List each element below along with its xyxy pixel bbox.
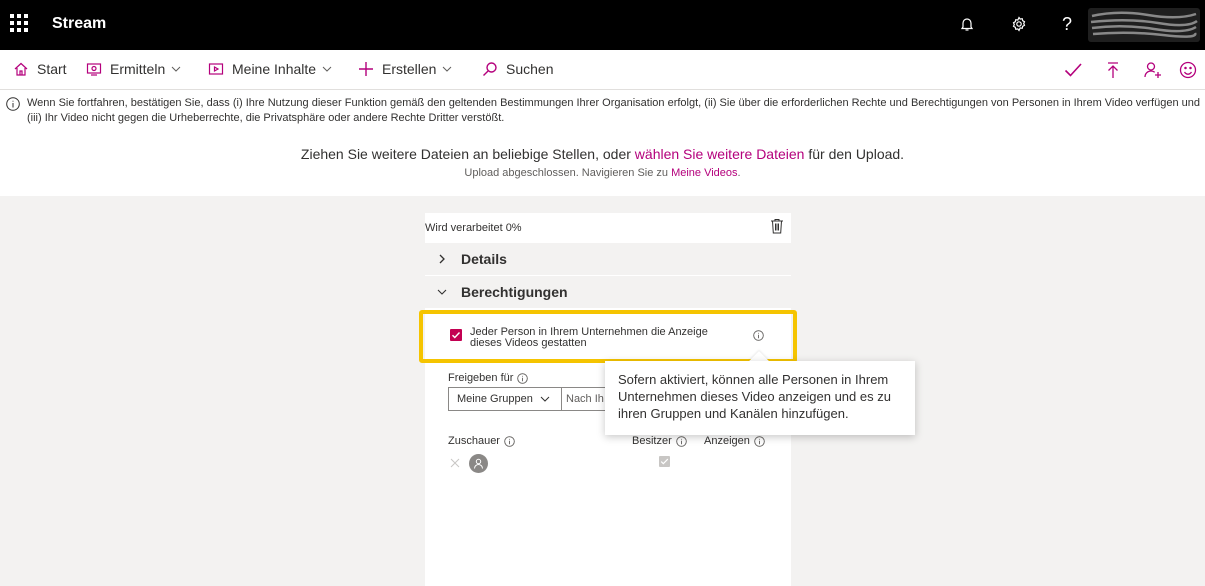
owner-label: Besitzer (632, 435, 687, 447)
nav-meine-inhalte[interactable]: Meine Inhalte (208, 61, 332, 77)
owner-text: Besitzer (632, 435, 672, 447)
section-details[interactable]: Details (425, 243, 791, 275)
tooltip-text: Sofern aktiviert, können alle Personen i… (618, 372, 891, 421)
drop-files-line: Ziehen Sie weitere Dateien an beliebige … (0, 146, 1205, 162)
app-launcher-icon[interactable] (10, 14, 28, 32)
close-icon[interactable] (450, 458, 460, 468)
my-videos-link[interactable]: Meine Videos (671, 167, 737, 179)
select-more-files-link[interactable]: wählen Sie weitere Dateien (635, 146, 805, 162)
viewers-label: Zuschauer (448, 435, 515, 447)
chevron-down-icon (540, 396, 550, 402)
chevron-down-icon (322, 66, 332, 72)
gear-icon[interactable] (1008, 12, 1030, 36)
allow-company-checkbox[interactable] (450, 329, 462, 341)
nav-ermitteln-label: Ermitteln (110, 61, 166, 77)
info-icon[interactable] (753, 330, 764, 341)
info-icon (6, 97, 20, 111)
my-content-icon (208, 63, 224, 75)
search-icon (483, 62, 497, 76)
checkmark-icon (660, 458, 669, 465)
bell-icon[interactable] (956, 12, 978, 36)
nav-erstellen-label: Erstellen (382, 61, 437, 77)
discover-icon (86, 63, 102, 76)
info-icon[interactable] (517, 372, 529, 384)
info-icon[interactable] (754, 435, 765, 447)
processing-status: Wird verarbeitet 0% (425, 222, 522, 234)
nav-start-label: Start (37, 61, 67, 77)
drop-files-suffix: für den Upload. (804, 146, 905, 162)
nav-bar: Start Ermitteln Meine Inhalte Erstellen … (0, 50, 1205, 90)
nav-erstellen[interactable]: Erstellen (358, 61, 452, 77)
user-avatar[interactable] (1088, 8, 1200, 42)
nav-meine-inhalte-label: Meine Inhalte (232, 61, 317, 77)
plus-icon (359, 62, 373, 76)
info-icon[interactable] (675, 435, 687, 447)
help-icon[interactable]: ? (1056, 12, 1078, 36)
add-person-icon[interactable] (1142, 59, 1164, 81)
upload-status-prefix: Upload abgeschlossen. Navigieren Sie zu (464, 167, 672, 179)
avatar (469, 454, 488, 473)
nav-suchen-label: Suchen (506, 61, 554, 77)
checkmark-icon[interactable] (1062, 59, 1084, 81)
trash-icon[interactable] (770, 218, 784, 234)
top-bar: Stream ? (0, 0, 1205, 50)
app-title[interactable]: Stream (52, 15, 106, 33)
section-details-label: Details (461, 251, 507, 267)
nav-suchen[interactable]: Suchen (482, 61, 553, 77)
upload-status-suffix: . (737, 167, 741, 179)
chevron-down-icon (171, 66, 181, 72)
info-icon[interactable] (504, 435, 515, 447)
checkmark-icon (452, 332, 461, 339)
group-select[interactable]: Meine Gruppen (448, 387, 562, 411)
viewers-text: Zuschauer (448, 435, 500, 447)
section-permissions-label: Berechtigungen (461, 284, 568, 300)
chevron-right-icon (439, 254, 445, 264)
terms-notice: Wenn Sie fortfahren, bestätigen Sie, das… (6, 96, 1201, 126)
group-select-value: Meine Gruppen (457, 393, 533, 405)
upload-icon[interactable] (1102, 59, 1124, 81)
chevron-down-icon (443, 66, 452, 72)
upload-status-line: Upload abgeschlossen. Navigieren Sie zu … (0, 167, 1205, 179)
owner-checkbox[interactable] (659, 456, 670, 467)
nav-ermitteln[interactable]: Ermitteln (86, 61, 181, 77)
share-for-label: Freigeben für (448, 372, 529, 384)
help-glyph: ? (1061, 13, 1072, 34)
smiley-icon[interactable] (1177, 59, 1199, 81)
show-text: Anzeigen (704, 435, 750, 447)
show-label: Anzeigen (704, 435, 765, 447)
group-search-placeholder: Nach Ih (566, 393, 604, 405)
chevron-down-icon (437, 289, 447, 295)
section-permissions[interactable]: Berechtigungen (425, 276, 791, 308)
drop-files-prefix: Ziehen Sie weitere Dateien an beliebige … (300, 146, 635, 162)
allow-company-label: Jeder Person in Ihrem Unternehmen die An… (470, 326, 708, 349)
share-for-text: Freigeben für (448, 372, 514, 384)
permission-tooltip: Sofern aktiviert, können alle Personen i… (605, 361, 915, 435)
person-icon (474, 458, 483, 469)
home-icon (14, 62, 28, 76)
nav-start[interactable]: Start (13, 61, 67, 77)
terms-notice-text: Wenn Sie fortfahren, bestätigen Sie, das… (27, 97, 1200, 124)
